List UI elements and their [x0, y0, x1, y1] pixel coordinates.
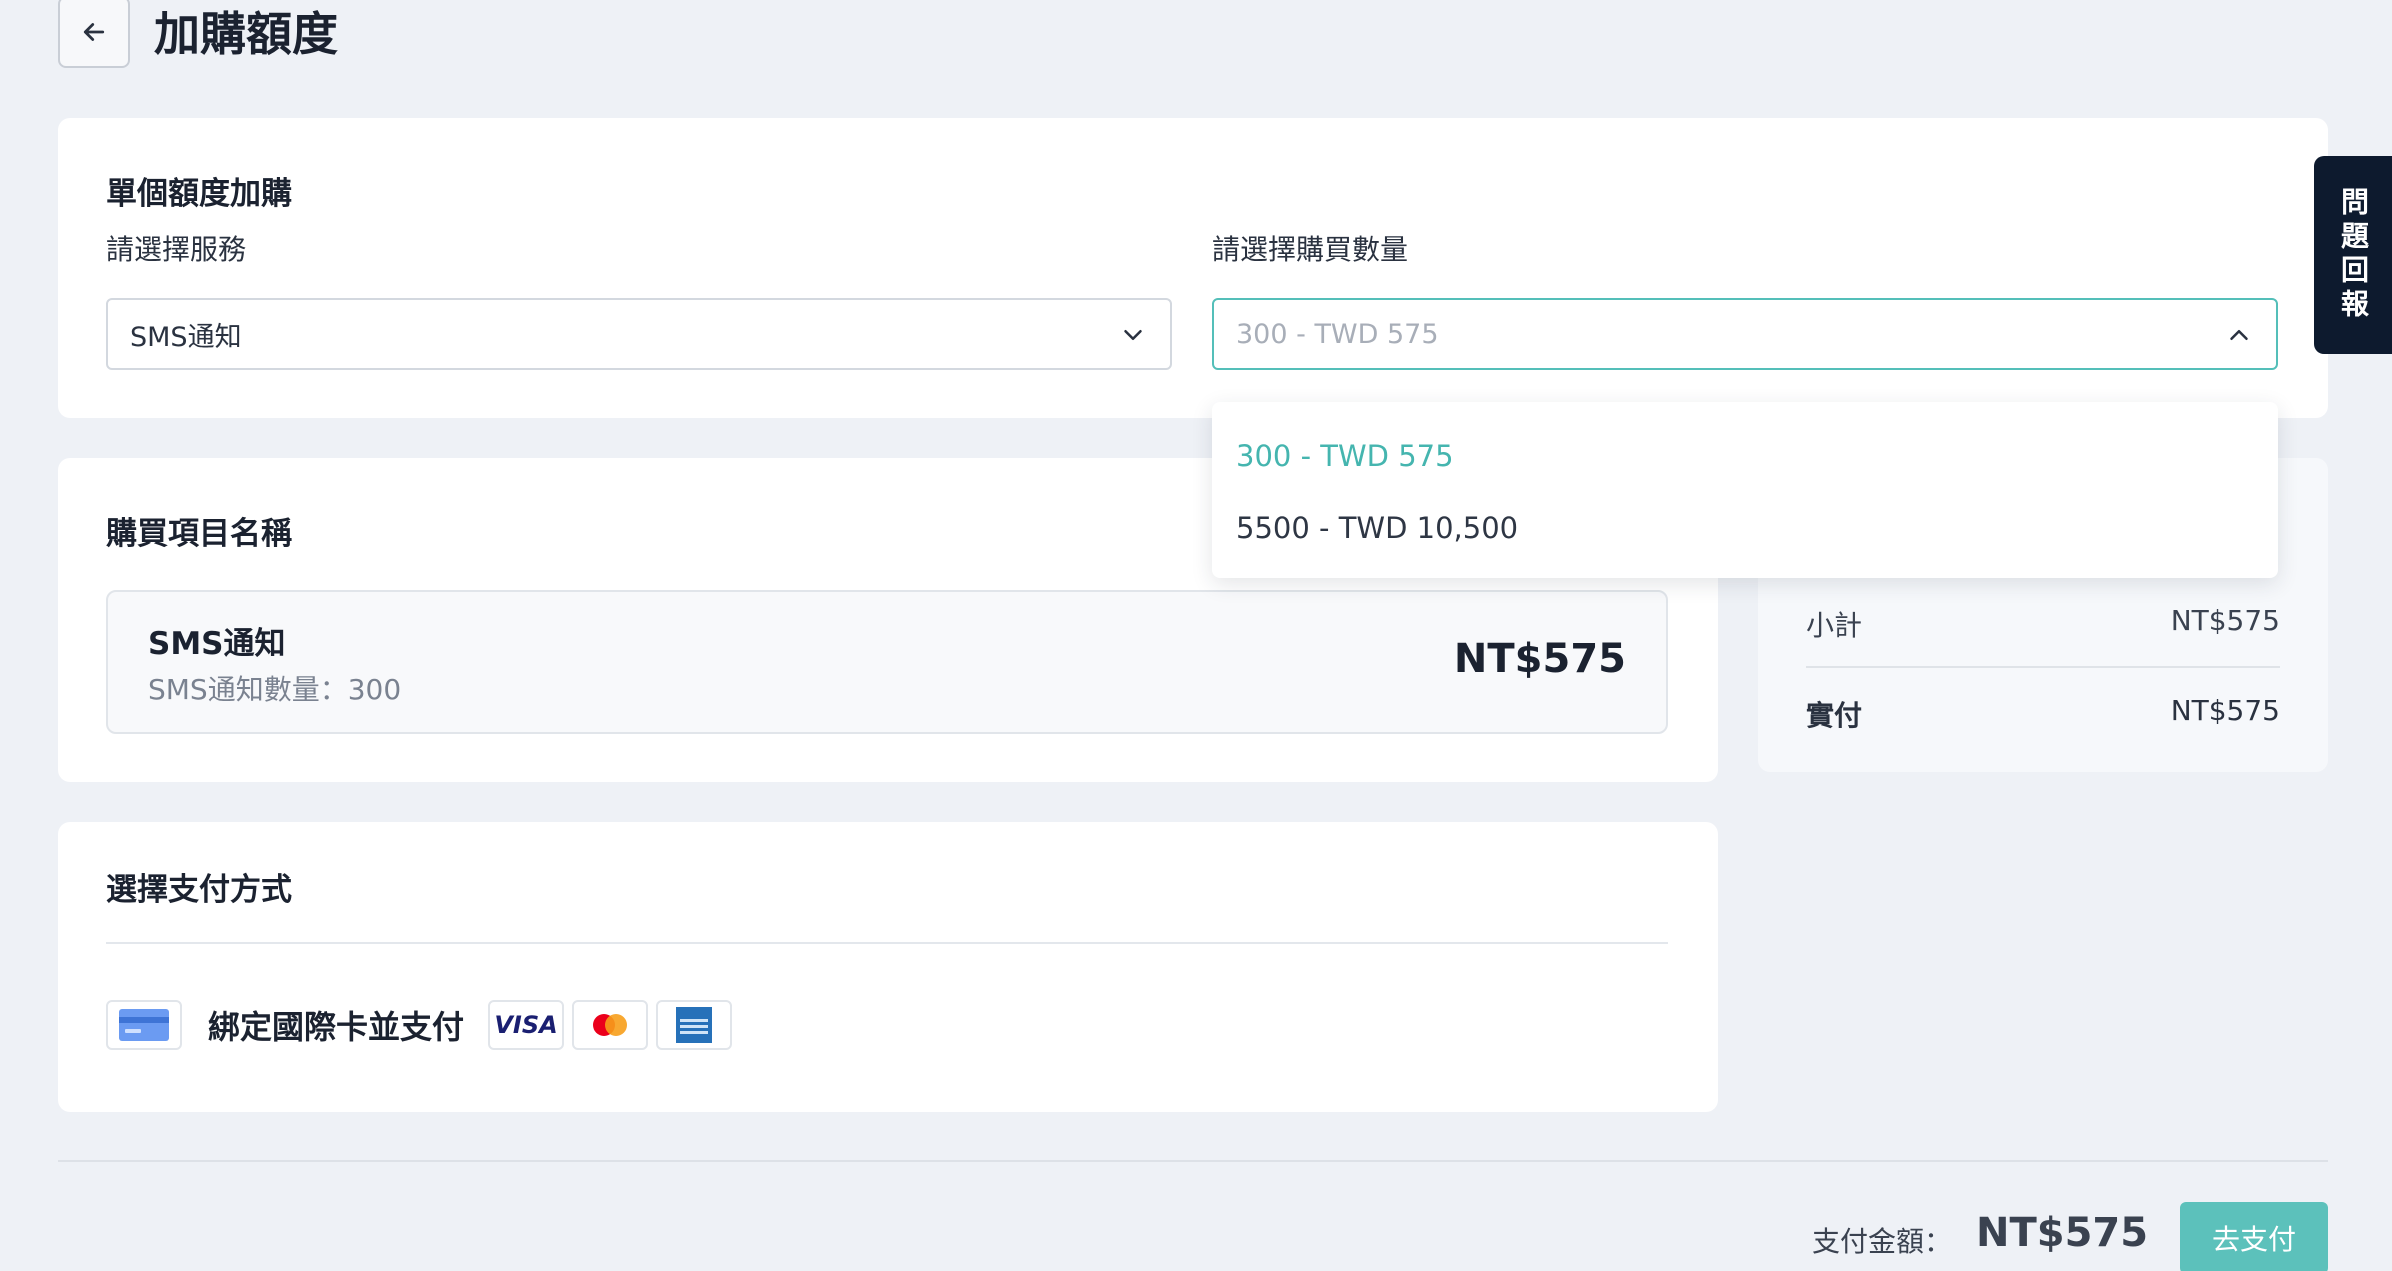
- mastercard-icon: [572, 1000, 648, 1050]
- credit-card-graphic: [119, 1009, 169, 1041]
- single-purchase-card: 單個額度加購 請選擇服務 請選擇購買數量 SMS通知 300 - TWD 575: [58, 118, 2328, 418]
- total-label: 實付: [1806, 699, 1863, 732]
- service-select[interactable]: SMS通知: [106, 298, 1172, 370]
- pay-amount-value: NT$575: [1976, 1210, 2149, 1256]
- payment-divider: [106, 942, 1668, 944]
- footer-divider: [58, 1160, 2328, 1162]
- arrow-left-icon: [83, 23, 105, 41]
- feedback-label: 問題回報: [2337, 187, 2370, 323]
- subtotal-row: 小計 NT$575: [1806, 604, 2280, 644]
- total-row: 實付 NT$575: [1806, 694, 2280, 734]
- total-value: NT$575: [2170, 694, 2280, 727]
- credit-card-icon[interactable]: [106, 1000, 182, 1050]
- payment-method-card: 選擇支付方式 綁定國際卡並支付 VISA: [58, 822, 1718, 1112]
- purchase-item: SMS通知 SMS通知數量：300 NT$575: [106, 590, 1668, 734]
- pay-amount-label: 支付金額：: [1812, 1225, 1953, 1258]
- page: 加購額度 單個額度加購 請選擇服務 請選擇購買數量 SMS通知 300 - TW…: [0, 0, 2392, 1271]
- quantity-dropdown-menu: 300 - TWD 575 5500 - TWD 10,500: [1212, 402, 2278, 578]
- quantity-label: 請選擇購買數量: [1212, 233, 1409, 266]
- pay-button[interactable]: 去支付: [2180, 1202, 2328, 1271]
- feedback-tab[interactable]: 問題回報: [2314, 156, 2392, 354]
- item-name: SMS通知: [148, 626, 286, 662]
- page-title: 加購額度: [154, 7, 338, 61]
- subtotal-value: NT$575: [2170, 604, 2280, 637]
- purchase-items-title: 購買項目名稱: [106, 516, 292, 552]
- chevron-down-icon: [1124, 330, 1142, 340]
- visa-icon: VISA: [488, 1000, 564, 1050]
- item-description: SMS通知數量：300: [148, 673, 402, 706]
- payment-method-title: 選擇支付方式: [106, 872, 292, 908]
- item-price: NT$575: [1453, 636, 1626, 682]
- quantity-select-placeholder: 300 - TWD 575: [1236, 318, 1439, 350]
- quantity-option-5500[interactable]: 5500 - TWD 10,500: [1212, 492, 2278, 564]
- service-label: 請選擇服務: [106, 233, 247, 266]
- service-select-value: SMS通知: [130, 321, 242, 353]
- quantity-select[interactable]: 300 - TWD 575: [1212, 298, 2278, 370]
- subtotal-label: 小計: [1806, 609, 1863, 642]
- single-purchase-title: 單個額度加購: [106, 176, 292, 212]
- payment-method-label[interactable]: 綁定國際卡並支付: [208, 1002, 464, 1048]
- quantity-option-300[interactable]: 300 - TWD 575: [1212, 420, 2278, 492]
- chevron-up-icon: [2230, 330, 2248, 340]
- back-button[interactable]: [58, 0, 130, 68]
- summary-divider: [1806, 666, 2280, 668]
- amex-icon: [656, 1000, 732, 1050]
